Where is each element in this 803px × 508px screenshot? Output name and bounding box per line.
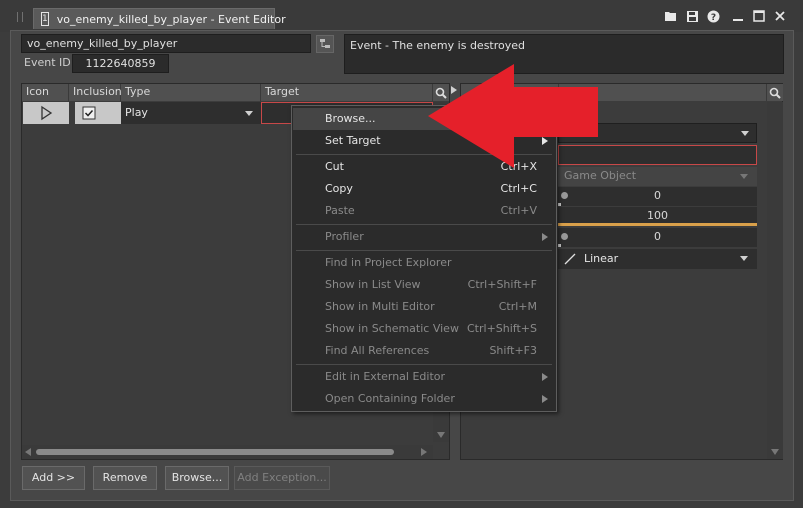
- menu-item-shortcut: Ctrl+Shift+F: [467, 278, 537, 291]
- menu-item-label: Show in List View: [325, 278, 421, 291]
- close-icon[interactable]: [772, 10, 787, 25]
- hierarchy-icon[interactable]: [316, 35, 334, 53]
- menu-item-edit-in-external-editor[interactable]: Edit in External Editor: [293, 366, 555, 388]
- chevron-down-icon: [741, 131, 749, 136]
- row-type-value: Play: [125, 106, 148, 119]
- scroll-right-icon[interactable]: [421, 448, 427, 456]
- horizontal-scrollbar[interactable]: [22, 445, 433, 459]
- submenu-arrow-icon: [542, 233, 548, 241]
- editor-tab[interactable]: 1 vo_enemy_killed_by_player - Event Edit…: [33, 8, 286, 29]
- header-target[interactable]: Target: [261, 84, 433, 101]
- title-bar: 1 vo_enemy_killed_by_player - Event Edit…: [0, 0, 803, 32]
- slider-1-knob-icon: [561, 192, 568, 199]
- save-icon[interactable]: [685, 10, 700, 25]
- slider-2-fill: [558, 223, 757, 226]
- maximize-icon[interactable]: [751, 10, 766, 25]
- menu-item-paste[interactable]: Paste Ctrl+V: [293, 200, 555, 222]
- submenu-arrow-icon: [542, 395, 548, 403]
- menu-item-label: Edit in External Editor: [325, 370, 446, 383]
- header-type[interactable]: Type: [121, 84, 261, 101]
- menu-item-label: Set Target: [325, 134, 381, 147]
- menu-item-find-all-references[interactable]: Find All References Shift+F3: [293, 340, 555, 362]
- row-type-dropdown[interactable]: Play: [121, 102, 261, 124]
- chevron-down-icon: [740, 256, 748, 261]
- menu-item-label: Open Containing Folder: [325, 392, 455, 405]
- event-id-field: 1122640859: [72, 54, 169, 73]
- curve-value: Linear: [584, 252, 619, 265]
- chevron-down-icon: [245, 111, 253, 116]
- menu-item-shortcut: Ctrl+Shift+S: [467, 322, 537, 335]
- header-icon[interactable]: Icon: [22, 84, 69, 101]
- menu-item-shortcut: Ctrl+C: [500, 182, 537, 195]
- header-inclusion[interactable]: Inclusion: [69, 84, 122, 101]
- menu-item-label: Find in Project Explorer: [325, 256, 452, 269]
- menu-item-shortcut: Ctrl+V: [500, 204, 537, 217]
- menu-item-show-in-schematic-view[interactable]: Show in Schematic View Ctrl+Shift+S: [293, 318, 555, 340]
- browse-button[interactable]: Browse...: [165, 466, 229, 490]
- menu-item-copy[interactable]: Copy Ctrl+C: [293, 178, 555, 200]
- menu-item-open-containing-folder[interactable]: Open Containing Folder: [293, 388, 555, 410]
- annotation-arrow-icon: [428, 64, 598, 168]
- event-icon: 1: [41, 12, 49, 26]
- menu-item-shortcut: Ctrl+M: [498, 300, 537, 313]
- menu-item-show-in-multi-editor[interactable]: Show in Multi Editor Ctrl+M: [293, 296, 555, 318]
- scroll-down-icon[interactable]: [437, 432, 445, 438]
- chevron-down-icon: [740, 174, 748, 179]
- menu-separator: [296, 364, 552, 365]
- slider-1-value: 0: [654, 189, 661, 202]
- menu-item-shortcut: Shift+F3: [489, 344, 537, 357]
- property-scrollbar[interactable]: [767, 102, 783, 459]
- remove-button[interactable]: Remove: [93, 466, 157, 490]
- slider-2-value: 100: [647, 209, 668, 222]
- menu-item-label: Profiler: [325, 230, 364, 243]
- help-icon[interactable]: ?: [706, 10, 721, 25]
- scroll-down-icon[interactable]: [771, 449, 779, 455]
- menu-item-label: Cut: [325, 160, 344, 173]
- slider-3[interactable]: 0: [558, 228, 757, 247]
- menu-item-label: Paste: [325, 204, 355, 217]
- add-button[interactable]: Add >>: [22, 466, 85, 490]
- minimize-icon[interactable]: [730, 10, 745, 25]
- tab-title: vo_enemy_killed_by_player - Event Editor: [56, 12, 286, 26]
- menu-item-profiler[interactable]: Profiler: [293, 226, 555, 248]
- menu-item-find-in-project-explorer[interactable]: Find in Project Explorer: [293, 252, 555, 274]
- property-search-icon[interactable]: [767, 84, 783, 101]
- curve-dropdown[interactable]: Linear: [558, 249, 757, 269]
- horizontal-scroll-thumb[interactable]: [36, 449, 394, 455]
- submenu-arrow-icon: [542, 373, 548, 381]
- row-inclusion-checkbox[interactable]: [75, 102, 121, 124]
- slider-1-fill: [558, 203, 561, 206]
- drag-grip-icon[interactable]: [17, 12, 23, 22]
- menu-item-label: Show in Schematic View: [325, 322, 459, 335]
- slider-2[interactable]: 100: [558, 207, 757, 226]
- linear-curve-icon: [564, 253, 576, 265]
- menu-item-label: Find All References: [325, 344, 430, 357]
- slider-3-knob-icon: [561, 233, 568, 240]
- menu-item-label: Show in Multi Editor: [325, 300, 435, 313]
- scroll-left-icon[interactable]: [25, 448, 31, 456]
- folder-icon[interactable]: [663, 10, 678, 25]
- menu-item-label: Browse...: [325, 112, 376, 125]
- event-name-field[interactable]: vo_enemy_killed_by_player: [21, 34, 311, 53]
- menu-separator: [296, 224, 552, 225]
- slider-3-value: 0: [654, 230, 661, 243]
- slider-3-fill: [558, 244, 561, 247]
- menu-item-label: Copy: [325, 182, 353, 195]
- svg-text:?: ?: [711, 13, 716, 23]
- menu-item-show-in-list-view[interactable]: Show in List View Ctrl+Shift+F: [293, 274, 555, 296]
- slider-1[interactable]: 0: [558, 187, 757, 206]
- add-exception-button[interactable]: Add Exception...: [234, 466, 330, 490]
- row-play-icon[interactable]: [23, 102, 69, 124]
- event-id-label: Event ID: [24, 56, 71, 69]
- menu-separator: [296, 250, 552, 251]
